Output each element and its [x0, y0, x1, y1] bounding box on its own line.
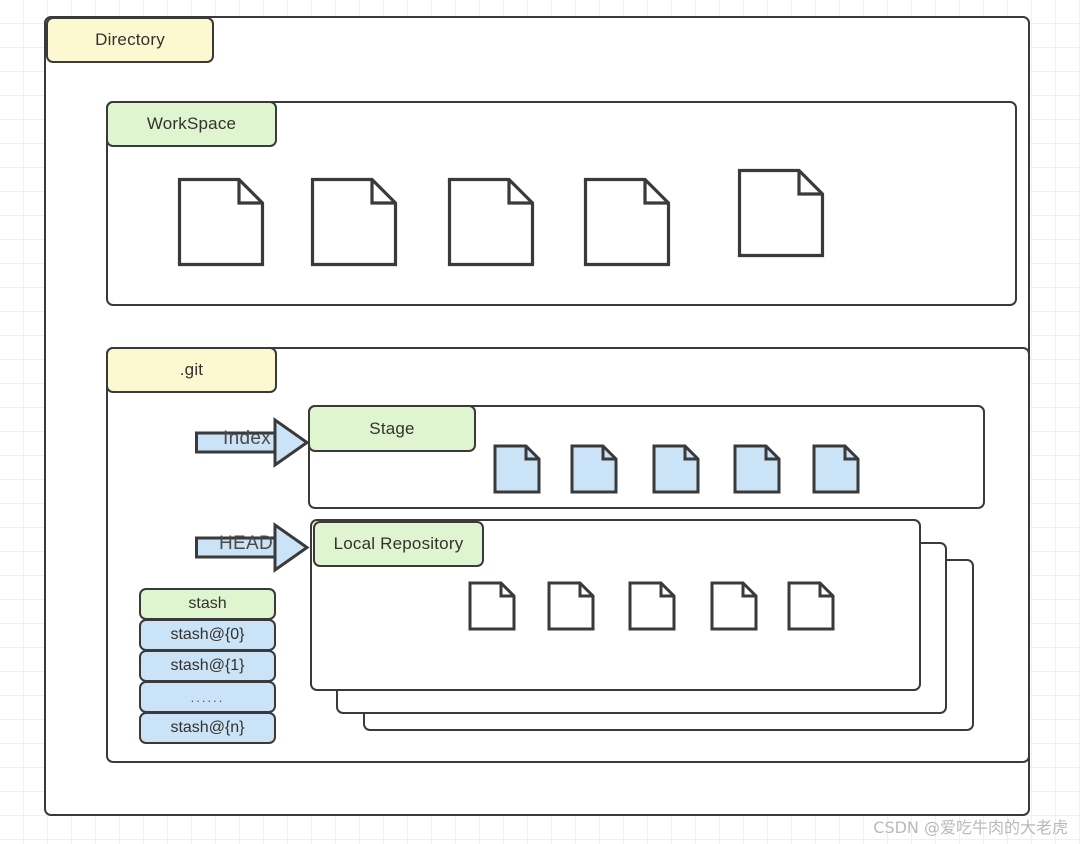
stage-file-icon — [570, 444, 618, 494]
stash-entry-cell: ...... — [139, 681, 276, 713]
workspace-file-icon — [447, 177, 535, 267]
local-repository-file-icon — [628, 581, 676, 631]
git-label: .git — [179, 360, 204, 379]
workspace-file-icon — [177, 177, 265, 267]
stash-header-label: stash — [188, 595, 227, 612]
stash-entry-label: stash@{0} — [170, 626, 245, 643]
stage-file-icon — [493, 444, 541, 494]
workspace-label: WorkSpace — [146, 114, 237, 133]
stash-entry-label: ...... — [190, 689, 225, 705]
local-repository-file-icon — [710, 581, 758, 631]
stage-file-icon — [652, 444, 700, 494]
stash-entry-cell: stash@{1} — [139, 650, 276, 682]
stash-entry-cell: stash@{n} — [139, 712, 276, 744]
stash-entry-label: stash@{1} — [170, 657, 245, 674]
watermark: CSDN @爱吃牛肉的大老虎 — [873, 818, 1068, 837]
workspace-file-icon — [310, 177, 398, 267]
local-repository-label-chip: Local Repository — [313, 521, 484, 567]
stash-entry-label: stash@{n} — [170, 719, 245, 736]
head-arrow-label: HEAD — [219, 533, 273, 554]
workspace-file-icon — [737, 168, 825, 258]
local-repository-file-icon — [787, 581, 835, 631]
stage-file-icon — [812, 444, 860, 494]
local-repository-file-icon — [547, 581, 595, 631]
stage-label-chip: Stage — [308, 405, 476, 452]
workspace-label-chip: WorkSpace — [106, 101, 277, 147]
local-repository-file-icon — [468, 581, 516, 631]
index-arrow-label: Index — [223, 428, 271, 449]
directory-label: Directory — [95, 30, 165, 49]
local-repository-label: Local Repository — [333, 534, 464, 553]
workspace-file-icon — [583, 177, 671, 267]
diagram-canvas: Directory WorkSpace .git Stage Index HEA… — [0, 0, 1080, 844]
stage-label: Stage — [369, 418, 415, 438]
stash-entry-cell: stash@{0} — [139, 619, 276, 651]
directory-label-chip: Directory — [46, 17, 214, 63]
git-label-chip: .git — [106, 347, 277, 393]
stage-file-icon — [733, 444, 781, 494]
stash-header-cell: stash — [139, 588, 276, 620]
